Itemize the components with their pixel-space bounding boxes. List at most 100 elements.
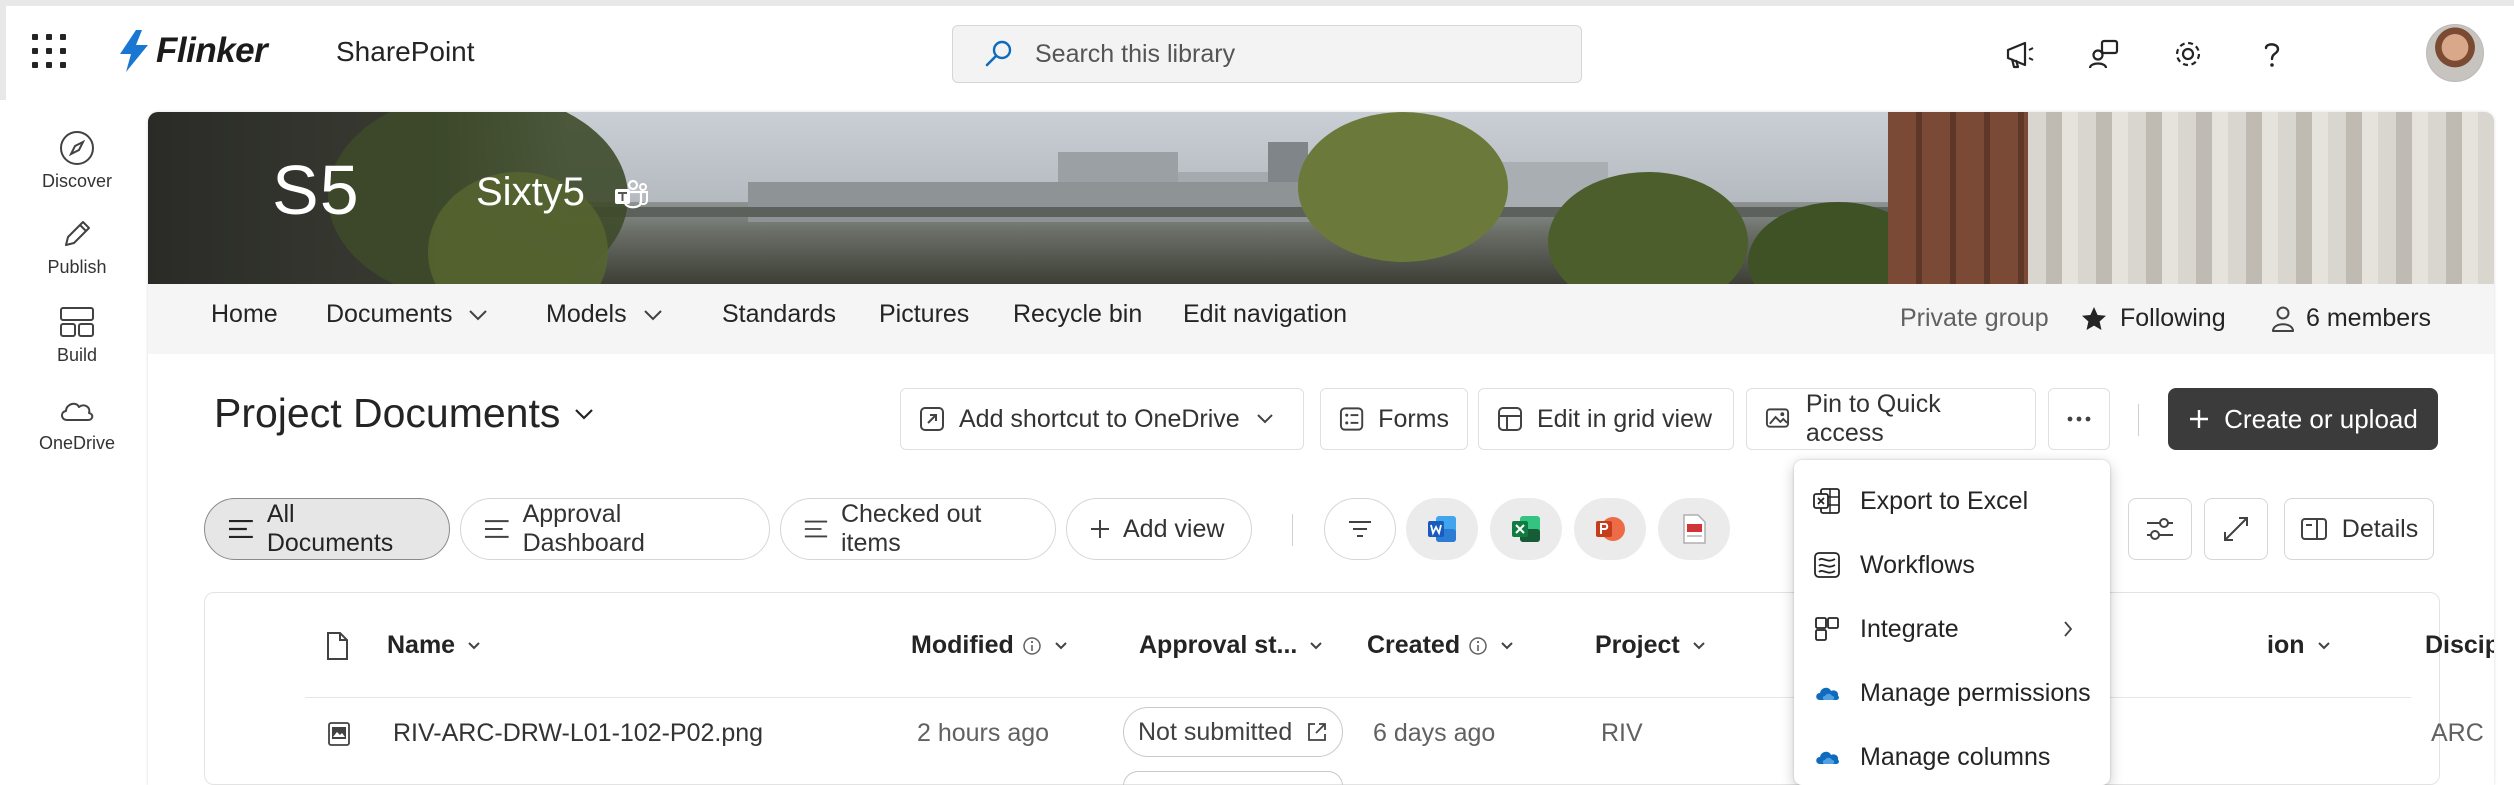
- rail-onedrive[interactable]: OneDrive: [6, 390, 148, 470]
- add-shortcut-button[interactable]: Add shortcut to OneDrive: [900, 388, 1304, 450]
- column-discipline[interactable]: Discipline: [2425, 631, 2494, 660]
- menu-manage-permissions[interactable]: Manage permissions: [1794, 664, 2110, 722]
- rail-discover[interactable]: Discover: [6, 128, 148, 208]
- app-name[interactable]: SharePoint: [336, 36, 475, 68]
- add-view-button[interactable]: Add view: [1066, 498, 1252, 560]
- file-type-header-icon[interactable]: [325, 631, 349, 661]
- filter-button[interactable]: [1324, 498, 1396, 560]
- chevron-down-icon: [1310, 641, 1323, 649]
- view-checked-out-items[interactable]: Checked out items: [780, 498, 1056, 560]
- nav-edit-navigation[interactable]: Edit navigation: [1183, 300, 1347, 329]
- rail-publish[interactable]: Publish: [6, 214, 148, 294]
- filter-excel-button[interactable]: [1490, 498, 1562, 560]
- brand-logo[interactable]: Flinker: [118, 30, 268, 72]
- pin-quick-access-button[interactable]: Pin to Quick access: [1746, 388, 2036, 450]
- more-options-button[interactable]: [2048, 388, 2110, 450]
- menu-export-to-excel[interactable]: Export to Excel: [1794, 472, 2110, 530]
- teams-icon[interactable]: [613, 178, 649, 212]
- site-title[interactable]: Sixty5: [476, 170, 585, 215]
- chevron-down-icon: [469, 309, 488, 320]
- settings-gear-icon[interactable]: [2168, 34, 2208, 74]
- menu-manage-columns[interactable]: Manage columns: [1794, 728, 2110, 785]
- details-label: Details: [2341, 514, 2419, 543]
- brand-name: Flinker: [156, 31, 268, 70]
- open-external-icon: [1308, 723, 1327, 741]
- menu-integrate[interactable]: Integrate: [1794, 600, 2110, 658]
- sliders-icon: [2147, 518, 2173, 540]
- column-approval-status[interactable]: Approval st...: [1139, 631, 1323, 660]
- megaphone-icon[interactable]: [2000, 34, 2040, 74]
- column-discipline-label: Discipline: [2425, 631, 2494, 659]
- details-pane-icon: [2300, 518, 2327, 540]
- view-options-button[interactable]: [2128, 498, 2192, 560]
- row-approval-status[interactable]: Not submitted: [1123, 707, 1344, 757]
- nav-standards[interactable]: Standards: [722, 300, 836, 329]
- details-pane-button[interactable]: Details: [2284, 498, 2434, 560]
- sharing-icon[interactable]: [2084, 34, 2124, 74]
- plus-icon: [2190, 410, 2209, 428]
- pin-image-icon: [1765, 408, 1790, 428]
- views-separator: [1292, 514, 1293, 546]
- nav-home[interactable]: Home: [211, 300, 278, 329]
- filter-word-button[interactable]: [1406, 498, 1478, 560]
- view-checked-label: Checked out items: [840, 500, 982, 557]
- menu-permissions-label: Manage permissions: [1860, 678, 2091, 707]
- bolt-icon: [120, 30, 148, 72]
- menu-integrate-label: Integrate: [1860, 614, 1959, 643]
- nav-models[interactable]: Models: [546, 300, 663, 329]
- edit-grid-view-button[interactable]: Edit in grid view: [1478, 388, 1734, 450]
- members-button[interactable]: 6 members: [2270, 304, 2431, 333]
- command-separator: [2138, 404, 2139, 436]
- row-name-link[interactable]: RIV-ARC-DRW-L01-102-P02.png: [393, 719, 763, 748]
- menu-export-label: Export to Excel: [1860, 486, 2029, 515]
- column-created-label: Created: [1367, 631, 1461, 659]
- create-or-upload-button[interactable]: Create or upload: [2168, 388, 2438, 450]
- column-partial-hidden[interactable]: ion: [2267, 631, 2331, 660]
- nav-pictures[interactable]: Pictures: [879, 300, 969, 329]
- user-avatar[interactable]: [2426, 24, 2484, 82]
- forms-button[interactable]: Forms: [1320, 388, 1468, 450]
- site-navigation: Home Documents Models Standards Pictures…: [148, 284, 2494, 354]
- row-project: RIV: [1601, 719, 1643, 747]
- row-discipline: ARC: [2431, 719, 2484, 747]
- pdf-icon: [1683, 514, 1706, 544]
- list-view-icon: [804, 520, 828, 538]
- view-approval-dashboard[interactable]: Approval Dashboard: [460, 498, 770, 560]
- nav-documents-label: Documents: [326, 300, 453, 328]
- search-icon: [985, 40, 1012, 67]
- members-label: 6 members: [2306, 304, 2432, 332]
- following-button[interactable]: Following: [2080, 304, 2226, 333]
- search-box[interactable]: [952, 25, 1582, 83]
- filter-powerpoint-button[interactable]: [1574, 498, 1646, 560]
- view-all-documents[interactable]: All Documents: [204, 498, 450, 560]
- expand-button[interactable]: [2204, 498, 2268, 560]
- chevron-down-icon: [468, 641, 480, 649]
- pin-quick-access-label: Pin to Quick access: [1805, 390, 1941, 447]
- pen-icon: [65, 221, 90, 246]
- integrate-icon: [1815, 617, 1839, 641]
- workflow-icon: [1814, 552, 1840, 578]
- column-created[interactable]: Created: [1367, 631, 1514, 660]
- column-partial-label: ion: [2267, 631, 2305, 659]
- help-icon[interactable]: [2252, 34, 2292, 74]
- rail-build[interactable]: Build: [6, 302, 148, 382]
- library-title[interactable]: Project Documents: [214, 390, 594, 437]
- nav-recycle-bin[interactable]: Recycle bin: [1013, 300, 1142, 329]
- next-row-status-pill: [1123, 771, 1343, 785]
- add-view-label: Add view: [1123, 514, 1225, 543]
- column-project-label: Project: [1595, 631, 1680, 659]
- chevron-down-icon: [2317, 641, 2330, 649]
- private-group-label: Private group: [1900, 304, 2049, 333]
- column-project[interactable]: Project: [1595, 631, 1706, 660]
- column-modified[interactable]: Modified: [911, 631, 1068, 660]
- menu-workflows[interactable]: Workflows: [1794, 536, 2110, 594]
- nav-documents[interactable]: Documents: [326, 300, 488, 329]
- filter-pdf-button[interactable]: [1658, 498, 1730, 560]
- add-shortcut-label: Add shortcut to OneDrive: [959, 404, 1240, 433]
- app-launcher-icon[interactable]: [32, 34, 66, 68]
- column-name[interactable]: Name: [387, 631, 481, 660]
- search-input[interactable]: [1035, 39, 1535, 69]
- rail-label: Discover: [41, 171, 112, 191]
- nav-pictures-label: Pictures: [879, 300, 970, 328]
- chevron-down-icon: [1256, 414, 1273, 424]
